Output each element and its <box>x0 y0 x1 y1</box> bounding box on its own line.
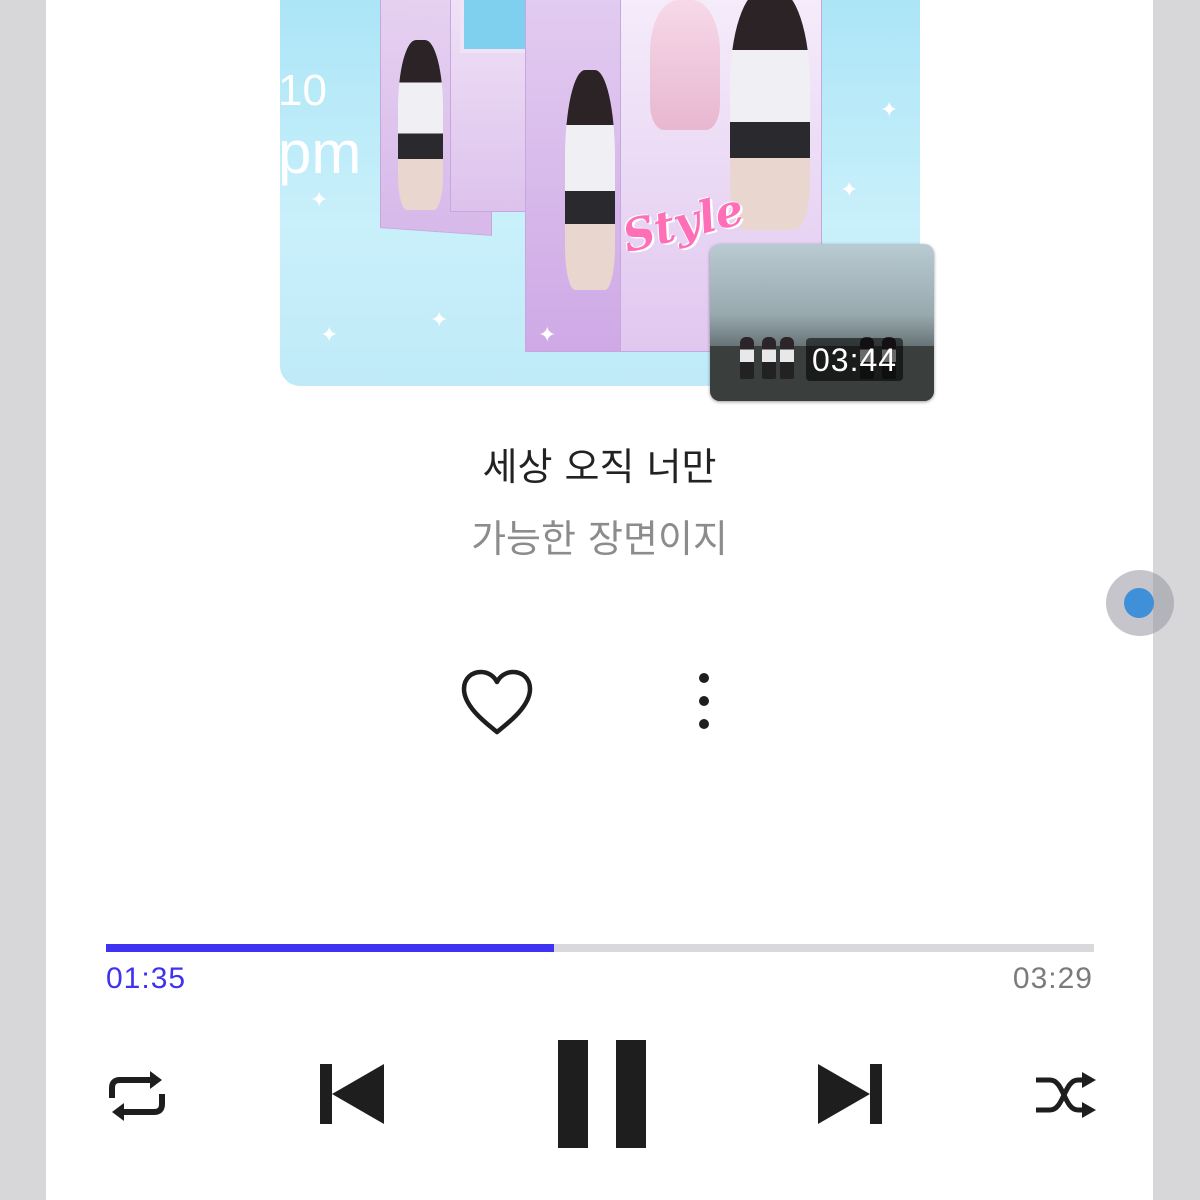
watermark-text: es <box>414 1086 467 1135</box>
artwork-figure <box>730 0 810 230</box>
player-screen: ✦ ✦ ✦ ✦ ✦ ✦ Style 10 pm 03:44 세상 오직 너만 가… <box>46 0 1153 1200</box>
total-time: 03:29 <box>1012 962 1093 995</box>
artwork-plush-toy <box>650 0 720 130</box>
skip-next-icon[interactable] <box>814 1062 884 1126</box>
song-title: 세상 오직 너만 <box>482 445 717 489</box>
floating-button-dot <box>1124 588 1154 618</box>
thumbnail-figure <box>762 337 776 379</box>
artist-name[interactable]: 가능한 장면이지 <box>46 508 1153 563</box>
thumbnail-figure <box>780 337 794 379</box>
repeat-icon[interactable] <box>104 1068 170 1124</box>
current-time: 01:35 <box>106 962 187 995</box>
artwork-figure <box>398 40 443 210</box>
album-overlay-text: 10 <box>280 66 327 115</box>
artwork-figure <box>565 70 615 290</box>
shuffle-icon[interactable] <box>1034 1070 1098 1120</box>
heart-outline-icon[interactable] <box>460 668 534 736</box>
skip-previous-icon[interactable] <box>318 1062 388 1126</box>
sparkle-icon: ✦ <box>880 98 899 123</box>
progress-fill <box>106 944 554 952</box>
progress-bar[interactable] <box>106 944 1094 952</box>
sparkle-icon: ✦ <box>310 188 329 213</box>
sparkle-icon: ✦ <box>430 308 449 333</box>
sparkle-icon: ✦ <box>320 323 339 348</box>
sparkle-icon: ✦ <box>538 323 557 348</box>
sparkle-icon: ✦ <box>840 178 859 203</box>
album-overlay-text: pm <box>280 119 362 186</box>
vertical-ellipsis-icon[interactable] <box>684 668 724 738</box>
music-video-thumbnail[interactable]: 03:44 <box>710 244 934 401</box>
video-duration: 03:44 <box>806 338 904 381</box>
thumbnail-figure <box>740 337 754 379</box>
pause-icon[interactable] <box>554 1038 650 1150</box>
floating-assistive-button[interactable] <box>1106 570 1174 636</box>
